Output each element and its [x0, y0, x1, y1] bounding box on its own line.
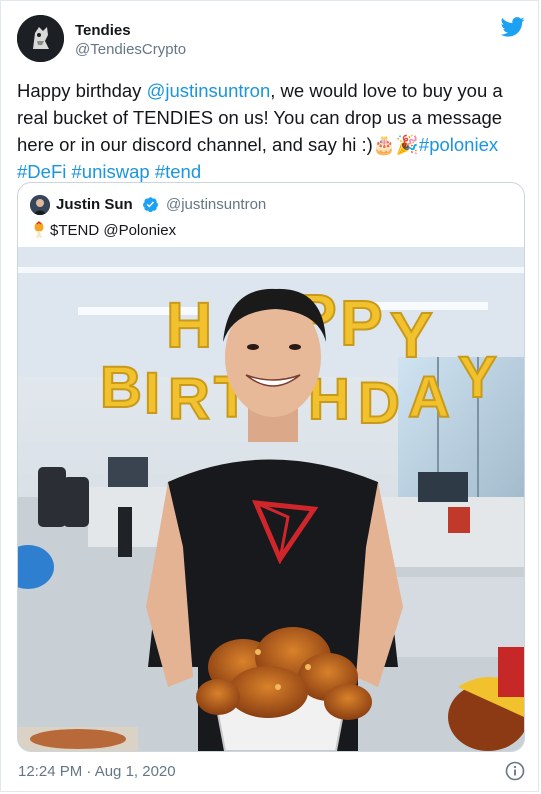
cake-emoji: 🎂 — [372, 134, 396, 155]
verified-badge-icon — [143, 197, 158, 213]
chicken-leg-icon — [34, 220, 44, 238]
balloon-letter: P — [340, 287, 383, 359]
twitter-bird-icon[interactable] — [501, 17, 525, 37]
balloon-letter: H — [166, 289, 212, 361]
tweet-text-part: Happy birthday — [17, 80, 147, 101]
tweet-text: Happy birthday @justinsuntron, we would … — [17, 77, 523, 185]
quoted-author-name[interactable]: Justin Sun — [56, 196, 133, 213]
hashtag-link-defi[interactable]: #DeFi — [17, 161, 66, 182]
quoted-tweet-text: $TEND @Poloniex — [30, 220, 176, 239]
tweet-timestamp[interactable]: 12:24 PM · Aug 1, 2020 — [18, 763, 176, 780]
party-popper-emoji: 🎉 — [395, 134, 419, 155]
info-icon[interactable] — [505, 761, 525, 781]
balloon-letter: Y — [390, 299, 433, 371]
hashtag-link-poloniex[interactable]: #poloniex — [419, 134, 498, 155]
quoted-author-avatar[interactable] — [30, 195, 50, 215]
balloon-letter: R — [168, 367, 210, 432]
quoted-tweet-text-content: $TEND @Poloniex — [50, 222, 177, 239]
author-name[interactable]: Tendies — [75, 22, 131, 39]
birthday-photo[interactable]: H A P P Y B I R T H D A Y — [18, 247, 524, 751]
balloon-letter: Y — [458, 345, 497, 410]
balloon-letter: B — [100, 355, 142, 420]
mention-link[interactable]: @justinsuntron — [147, 80, 271, 101]
hashtag-link-uniswap[interactable]: #uniswap — [72, 161, 150, 182]
tweet-card: Tendies @TendiesCrypto Happy birthday @j… — [0, 0, 539, 792]
quoted-author-handle[interactable]: @justinsuntron — [166, 196, 266, 213]
balloon-letter: I — [144, 361, 160, 426]
hashtag-link-tend[interactable]: #tend — [155, 161, 201, 182]
balloon-letter: D — [358, 371, 400, 436]
quoted-tweet[interactable]: Justin Sun @justinsuntron $TEND @Polonie… — [17, 182, 525, 752]
balloon-letter: A — [408, 365, 450, 430]
author-handle[interactable]: @TendiesCrypto — [75, 41, 186, 58]
author-avatar[interactable] — [17, 15, 64, 62]
